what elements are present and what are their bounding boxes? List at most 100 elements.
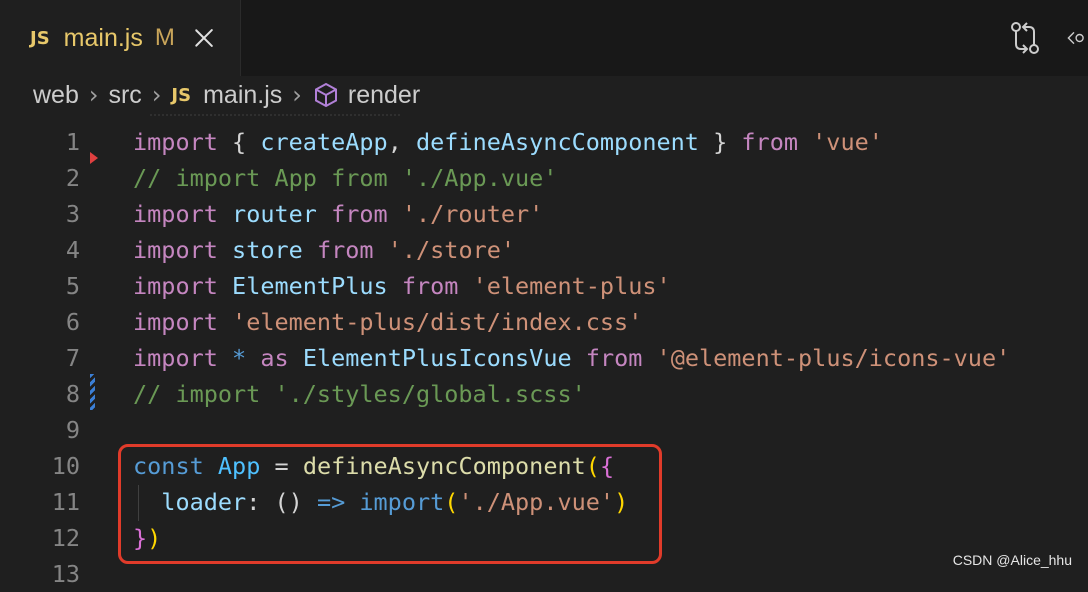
- code-token: from: [331, 200, 388, 228]
- code-line[interactable]: 1 import { createApp, defineAsyncComponen…: [0, 124, 1088, 160]
- line-number: 11: [51, 488, 80, 516]
- modified-indicator: M: [154, 24, 175, 51]
- code-token: './router': [401, 200, 544, 228]
- open-changes-icon[interactable]: [1006, 18, 1046, 58]
- code-token: ,: [387, 128, 416, 156]
- code-token: // import './styles/global.scss': [133, 380, 586, 408]
- code-line[interactable]: 5 import ElementPlus from 'element-plus': [0, 268, 1088, 304]
- method-cube-icon: [314, 82, 337, 108]
- code-text: }): [133, 520, 161, 556]
- chevron-right-icon: ›: [151, 81, 162, 109]
- code-line[interactable]: 13: [0, 556, 1088, 592]
- code-token: {: [599, 452, 615, 480]
- code-token: }: [133, 524, 148, 552]
- code-token: '@element-plus/icons-vue': [656, 344, 1011, 372]
- code-token: :: [246, 488, 275, 516]
- line-number: 2: [65, 164, 80, 192]
- code-token: './store': [387, 236, 516, 264]
- js-file-icon: JS: [30, 27, 50, 49]
- line-number: 5: [65, 272, 80, 300]
- code-token: ): [614, 488, 629, 516]
- code-token: ElementPlus: [232, 272, 388, 300]
- code-token: createApp: [260, 128, 388, 156]
- code-token: import: [359, 488, 445, 516]
- breadcrumb-src[interactable]: src: [108, 81, 141, 110]
- code-token: defineAsyncComponent: [302, 452, 586, 480]
- code-token: 'element-plus': [472, 272, 671, 300]
- code-token: import: [133, 236, 218, 264]
- tab-main-js[interactable]: JS main.js M: [0, 0, 241, 76]
- editor-actions: [996, 18, 1088, 58]
- code-token: (: [444, 488, 459, 516]
- code-token: import: [133, 272, 218, 300]
- breadcrumb-main-js[interactable]: main.js: [203, 81, 282, 110]
- close-icon[interactable]: [193, 27, 215, 49]
- code-token: 'element-plus/dist/index.css': [232, 308, 643, 336]
- code-line[interactable]: 11 loader: () => import('./App.vue'): [0, 484, 1088, 520]
- code-text: import * as ElementPlusIconsVue from '@e…: [133, 340, 1010, 376]
- code-line[interactable]: 2 // import App from './App.vue': [0, 160, 1088, 196]
- code-line[interactable]: 8 // import './styles/global.scss': [0, 376, 1088, 412]
- code-line[interactable]: 9: [0, 412, 1088, 448]
- go-back-icon[interactable]: [1060, 18, 1088, 58]
- code-token: from: [401, 272, 459, 300]
- code-editor[interactable]: 1 import { createApp, defineAsyncComponen…: [0, 114, 1088, 588]
- code-token: (): [274, 488, 317, 516]
- line-number: 4: [65, 236, 80, 264]
- code-text: loader: () => import('./App.vue'): [133, 484, 628, 520]
- code-line[interactable]: 4 import store from './store': [0, 232, 1088, 268]
- breadcrumb: web › src › JS main.js › render: [0, 76, 1088, 114]
- code-text: import store from './store': [133, 232, 515, 268]
- code-token: ElementPlusIconsVue: [302, 344, 572, 372]
- chevron-right-icon: ›: [292, 81, 302, 109]
- code-token: import: [133, 344, 218, 372]
- watermark: CSDN @Alice_hhu: [952, 552, 1072, 568]
- line-number: 9: [65, 416, 80, 444]
- code-line[interactable]: 6 import 'element-plus/dist/index.css': [0, 304, 1088, 340]
- code-line[interactable]: 3 import router from './router': [0, 196, 1088, 232]
- line-number: 6: [65, 308, 80, 336]
- code-text: const App = defineAsyncComponent({: [133, 448, 614, 484]
- breadcrumb-render[interactable]: render: [348, 81, 420, 110]
- code-line[interactable]: 7 import * as ElementPlusIconsVue from '@…: [0, 340, 1088, 376]
- code-text: import 'element-plus/dist/index.css': [133, 304, 642, 340]
- line-number: 12: [51, 524, 80, 552]
- line-number: 13: [51, 560, 80, 588]
- breadcrumb-web[interactable]: web: [33, 81, 79, 110]
- code-token: router: [232, 200, 317, 228]
- code-token: =>: [316, 488, 346, 516]
- code-text: import { createApp, defineAsyncComponent…: [133, 124, 883, 160]
- code-line[interactable]: 10 const App = defineAsyncComponent({: [0, 448, 1088, 484]
- code-token: App: [217, 452, 261, 480]
- line-number: 10: [51, 452, 80, 480]
- code-line[interactable]: 12}): [0, 520, 1088, 556]
- code-token: 'vue': [812, 128, 883, 156]
- code-text: // import './styles/global.scss': [133, 376, 586, 412]
- chevron-right-icon: ›: [88, 81, 99, 109]
- code-token: // import App from './App.vue': [133, 164, 558, 192]
- code-text: import router from './router': [133, 196, 543, 232]
- code-token: =: [260, 452, 303, 480]
- code-token: import: [133, 200, 218, 228]
- line-number: 1: [65, 128, 80, 156]
- code-token: }: [698, 128, 742, 156]
- code-text: import ElementPlus from 'element-plus': [133, 268, 671, 304]
- code-token: import: [133, 128, 218, 156]
- code-token: defineAsyncComponent: [415, 128, 699, 156]
